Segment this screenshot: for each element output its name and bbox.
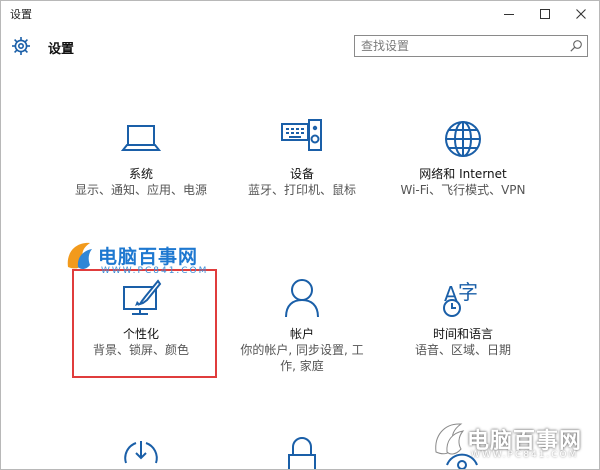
tile-devices-name: 设备 [289,167,314,181]
tile-time-language-name: 时间和语言 [432,327,493,341]
watermark-text: 电脑百事网 [98,246,199,268]
watermark-bottom: 电脑百事网 WWW.PC841.COM [431,419,581,463]
search-input[interactable] [361,37,561,55]
tile-network-name: 网络和 Internet [419,167,507,181]
page-title: 设置 [48,42,75,57]
tile-network-desc: Wi-Fi、飞行模式、VPN [400,183,526,197]
tile-network[interactable]: 网络和 Internet Wi-Fi、飞行模式、VPN [388,113,538,213]
laptop-icon [121,125,161,151]
watermark-top: 电脑百事网 WWW.PC841.COM [63,239,206,277]
watermark-logo-icon [67,242,92,270]
search-icon[interactable] [569,39,583,53]
svg-text:字: 字 [458,280,478,304]
minimize-icon [504,14,514,15]
highlight-box [72,269,217,378]
watermark-logo-icon [435,423,465,455]
watermark-url: WWW.PC841.COM [471,450,579,460]
tile-system-desc: 显示、通知、应用、电源 [75,183,208,197]
person-icon [285,279,319,318]
close-button[interactable] [563,1,599,27]
devices-icon [281,119,322,151]
time-language-icon: A 字 [443,280,478,317]
minimize-button[interactable] [491,1,527,27]
gear-icon [12,37,30,55]
update-icon[interactable] [120,437,162,470]
tile-time-language-desc: 语音、区域、日期 [414,343,511,357]
search-box[interactable] [354,35,588,57]
maximize-button[interactable] [527,1,563,27]
tile-time-language[interactable]: A 字 时间和语言 语音、区域、日期 [388,271,538,371]
window-title: 设置 [10,8,32,21]
tile-system-name: 系统 [128,167,153,181]
tile-devices-desc: 蓝牙、打印机、鼠标 [247,183,356,197]
lock-icon[interactable] [285,435,319,470]
tile-system[interactable]: 系统 显示、通知、应用、电源 [66,113,216,213]
watermark-url: WWW.PC841.COM [101,266,209,276]
tile-accounts[interactable]: 帐户 你的帐户, 同步设置, 工作, 家庭 [227,271,377,373]
tile-devices[interactable]: 设备 蓝牙、打印机、鼠标 [227,113,377,213]
settings-window: 设置 设置 查找设置 系统 显示、通知、应用、电源 设备 蓝牙、打印机、鼠标 网… [0,0,600,470]
globe-icon [445,121,481,157]
close-icon [576,9,586,19]
tile-accounts-desc: 你的帐户, 同步设置, 工作, 家庭 [240,343,364,373]
title-bar: 设置 [1,1,599,27]
maximize-icon [540,9,550,19]
tile-accounts-name: 帐户 [289,327,314,341]
